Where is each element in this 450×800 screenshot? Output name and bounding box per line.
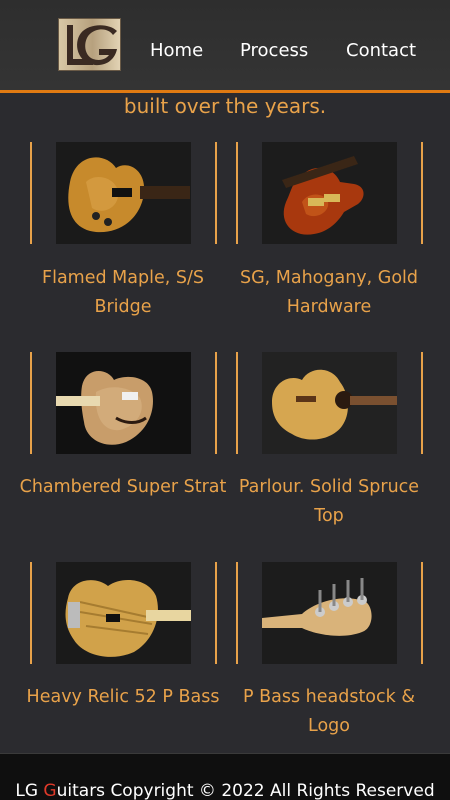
- gallery-item-1[interactable]: [30, 142, 217, 244]
- nav-home[interactable]: Home: [150, 40, 203, 61]
- intro-text: built over the years.: [123, 94, 327, 118]
- footer-brand-accent: G: [43, 781, 57, 800]
- footer-brand-start: LG: [15, 781, 44, 800]
- gallery-caption: Parlour. Solid Spruce Top: [238, 477, 420, 526]
- gallery-item-5[interactable]: [30, 562, 217, 664]
- gallery-item-3[interactable]: [30, 352, 217, 454]
- gallery-item-2[interactable]: [236, 142, 423, 244]
- copyright-text: LG Guitars Copyright © 2022 All Rights R…: [0, 781, 450, 800]
- footer-brand-end: uitars Copyright © 2022 All Rights Reser…: [56, 781, 435, 800]
- guitar-photo[interactable]: [56, 142, 191, 244]
- guitar-photo[interactable]: [262, 352, 397, 454]
- site-logo[interactable]: [58, 18, 121, 71]
- guitar-photo[interactable]: [56, 352, 191, 454]
- guitar-photo[interactable]: [262, 562, 397, 664]
- guitar-photo[interactable]: [56, 562, 191, 664]
- gallery-caption: Flamed Maple, S/S Bridge: [42, 268, 204, 317]
- gallery-caption: Heavy Relic 52 P Bass: [26, 687, 220, 707]
- site-header: Home Process Contact: [0, 0, 450, 93]
- gallery-item-6[interactable]: [236, 562, 423, 664]
- gallery-item-4[interactable]: [236, 352, 423, 454]
- lg-logo-icon: [67, 25, 117, 66]
- nav-process[interactable]: Process: [240, 40, 308, 61]
- site-footer: LG Guitars Copyright © 2022 All Rights R…: [0, 753, 450, 800]
- nav-contact[interactable]: Contact: [346, 40, 416, 61]
- gallery-caption: P Bass headstock & Logo: [243, 687, 415, 736]
- gallery-caption: SG, Mahogany, Gold Hardware: [239, 268, 419, 317]
- guitar-photo[interactable]: [262, 142, 397, 244]
- gallery-caption: Chambered Super Strat: [19, 477, 227, 497]
